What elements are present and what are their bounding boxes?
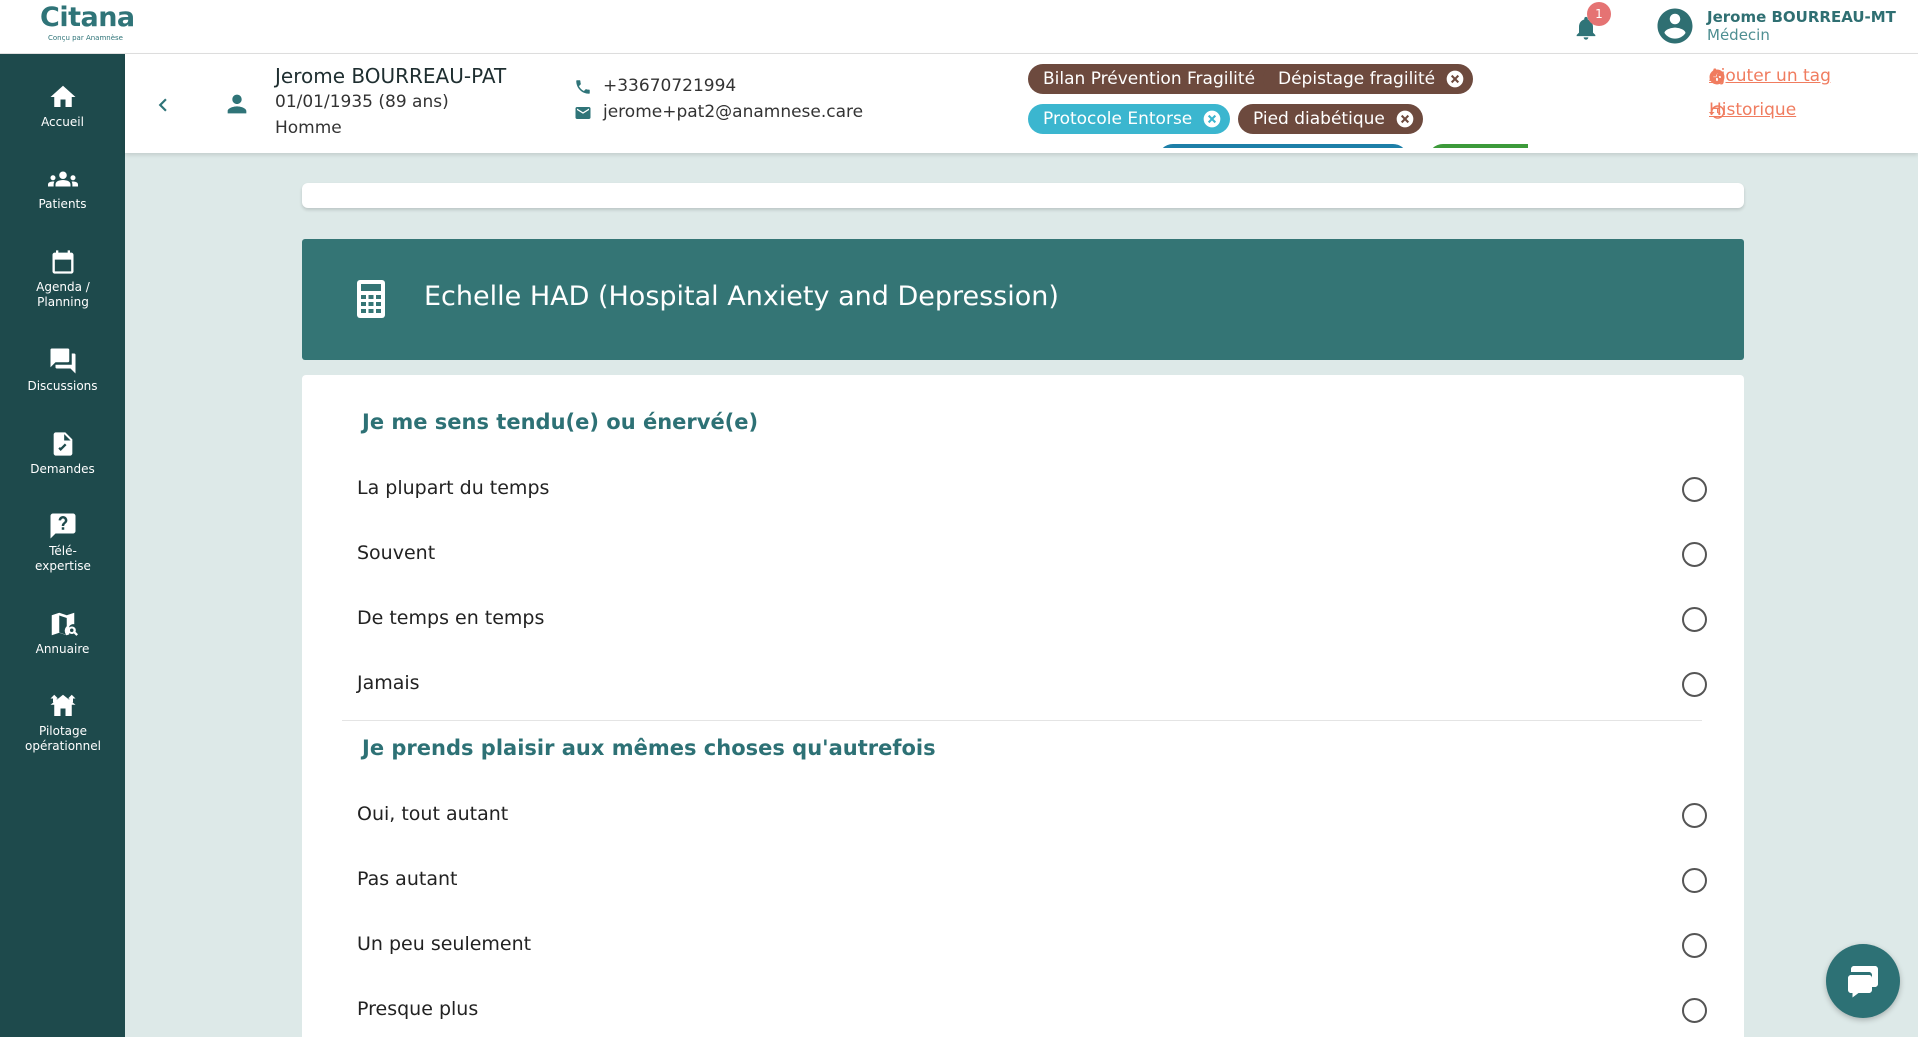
form-title: Echelle HAD (Hospital Anxiety and Depres… — [424, 281, 1059, 312]
support-chat-button[interactable] — [1826, 944, 1900, 1018]
progress-card — [302, 183, 1744, 208]
logo-text: Citana — [40, 2, 135, 33]
tag-pied-diabetique[interactable]: Pied diabétique — [1238, 104, 1423, 134]
answer-option[interactable]: Souvent — [357, 534, 1707, 574]
radio-button[interactable] — [1682, 542, 1707, 567]
sidebar-item-label: Agenda / Planning — [36, 280, 90, 309]
house-icon — [50, 694, 75, 716]
phone-icon — [576, 80, 590, 94]
calculator-icon — [357, 280, 385, 318]
option-label: Souvent — [357, 542, 436, 564]
sidebar-item-pilotage[interactable]: Pilotage opérationnel — [0, 691, 125, 754]
user-role: Médecin — [1707, 26, 1770, 44]
tag-list: Bilan Prévention Fragilité Dépistage fra… — [1028, 64, 1528, 148]
close-circle-icon[interactable] — [1445, 69, 1465, 89]
chat-icon — [50, 348, 75, 374]
history-link[interactable]: Historique — [1709, 100, 1796, 120]
document-icon — [53, 432, 72, 456]
radio-button[interactable] — [1682, 607, 1707, 632]
answer-option[interactable]: Oui, tout autant — [357, 795, 1707, 835]
radio-button[interactable] — [1682, 803, 1707, 828]
person-icon — [227, 94, 247, 114]
tag-hidden-partial — [1158, 144, 1408, 148]
sidebar: Accueil Patients Agenda / Planning Discu… — [0, 54, 125, 1037]
radio-button[interactable] — [1682, 477, 1707, 502]
option-label: Jamais — [357, 672, 420, 694]
option-label: Un peu seulement — [357, 933, 532, 955]
tag-depistage-fragilite[interactable]: Dépistage fragilité — [1263, 64, 1474, 94]
close-circle-icon[interactable] — [1202, 109, 1222, 129]
add-tag-link[interactable]: Ajouter un tag — [1709, 66, 1831, 86]
tag-bilan-prevention-fragilite[interactable]: Bilan Prévention Fragilité — [1028, 64, 1294, 94]
answer-option[interactable]: Un peu seulement — [357, 925, 1707, 965]
top-bar: Citana Conçu par Anamnèse 1 Jerome BOURR… — [0, 0, 1918, 54]
tag-label: Dépistage fragilité — [1278, 69, 1436, 89]
tag-label: Bilan Prévention Fragilité — [1043, 69, 1256, 89]
patient-name: Jerome BOURREAU-PAT — [275, 64, 507, 88]
sidebar-item-label: Demandes — [30, 462, 95, 476]
patient-email[interactable]: jerome+pat2@anamnese.care — [603, 102, 863, 122]
account-circle-icon[interactable] — [1654, 5, 1696, 47]
patient-dob: 01/01/1935 (89 ans) — [275, 92, 449, 112]
sidebar-item-discussions[interactable]: Discussions — [0, 346, 125, 394]
help-icon — [50, 513, 75, 539]
question-title: Je prends plaisir aux mêmes choses qu'au… — [362, 736, 936, 760]
radio-button[interactable] — [1682, 868, 1707, 893]
chevron-left-icon[interactable] — [150, 90, 176, 120]
sidebar-item-label: Accueil — [41, 115, 84, 129]
answer-option[interactable]: Pas autant — [357, 860, 1707, 900]
answer-option[interactable]: Jamais — [357, 664, 1707, 704]
radio-button[interactable] — [1682, 933, 1707, 958]
sidebar-item-accueil[interactable]: Accueil — [0, 82, 125, 130]
home-icon — [50, 85, 75, 107]
option-label: Presque plus — [357, 998, 479, 1020]
question-title: Je me sens tendu(e) ou énervé(e) — [362, 410, 759, 434]
answer-option[interactable]: De temps en temps — [357, 599, 1707, 639]
sidebar-item-demandes[interactable]: Demandes — [0, 429, 125, 477]
calendar-icon — [52, 250, 73, 274]
patient-sex: Homme — [275, 118, 342, 138]
option-label: La plupart du temps — [357, 477, 550, 499]
notification-badge: 1 — [1587, 2, 1611, 26]
answer-option[interactable]: Presque plus — [357, 990, 1707, 1030]
form-header: Echelle HAD (Hospital Anxiety and Depres… — [302, 239, 1744, 360]
sidebar-item-label: Pilotage opérationnel — [25, 724, 101, 753]
sidebar-item-agenda[interactable]: Agenda / Planning — [0, 247, 125, 310]
sidebar-item-tele-expertise[interactable]: Télé-expertise — [0, 511, 125, 574]
option-label: Pas autant — [357, 868, 458, 890]
option-label: Oui, tout autant — [357, 803, 509, 825]
user-name[interactable]: Jerome BOURREAU-MT — [1707, 8, 1896, 26]
tag-protocole-entorse[interactable]: Protocole Entorse — [1028, 104, 1231, 134]
form-card: Je me sens tendu(e) ou énervé(e) La plup… — [302, 375, 1744, 1037]
tag-label: Pied diabétique — [1253, 109, 1385, 129]
radio-button[interactable] — [1682, 998, 1707, 1023]
radio-button[interactable] — [1682, 672, 1707, 697]
sidebar-item-label: Discussions — [27, 379, 98, 393]
patient-header: Jerome BOURREAU-PAT 01/01/1935 (89 ans) … — [125, 54, 1918, 153]
chat-bubble-icon — [1848, 966, 1878, 998]
mail-icon — [575, 107, 591, 119]
patient-phone[interactable]: +33670721994 — [603, 76, 736, 96]
divider — [342, 720, 1702, 721]
sidebar-item-label: Patients — [38, 197, 87, 211]
sidebar-item-patients[interactable]: Patients — [0, 164, 125, 212]
sidebar-item-label: Télé-expertise — [35, 544, 91, 573]
option-label: De temps en temps — [357, 607, 545, 629]
map-search-icon — [51, 612, 78, 636]
tag-label: Protocole Entorse — [1043, 109, 1193, 129]
close-circle-icon[interactable] — [1395, 109, 1415, 129]
sidebar-item-annuaire[interactable]: Annuaire — [0, 609, 125, 657]
answer-option[interactable]: La plupart du temps — [357, 469, 1707, 509]
tag-hidden-partial — [1428, 144, 1528, 148]
logo-subtext: Conçu par Anamnèse — [48, 34, 123, 42]
group-icon — [47, 171, 78, 187]
sidebar-item-label: Annuaire — [35, 642, 90, 656]
app-logo[interactable]: Citana Conçu par Anamnèse — [40, 2, 140, 42]
